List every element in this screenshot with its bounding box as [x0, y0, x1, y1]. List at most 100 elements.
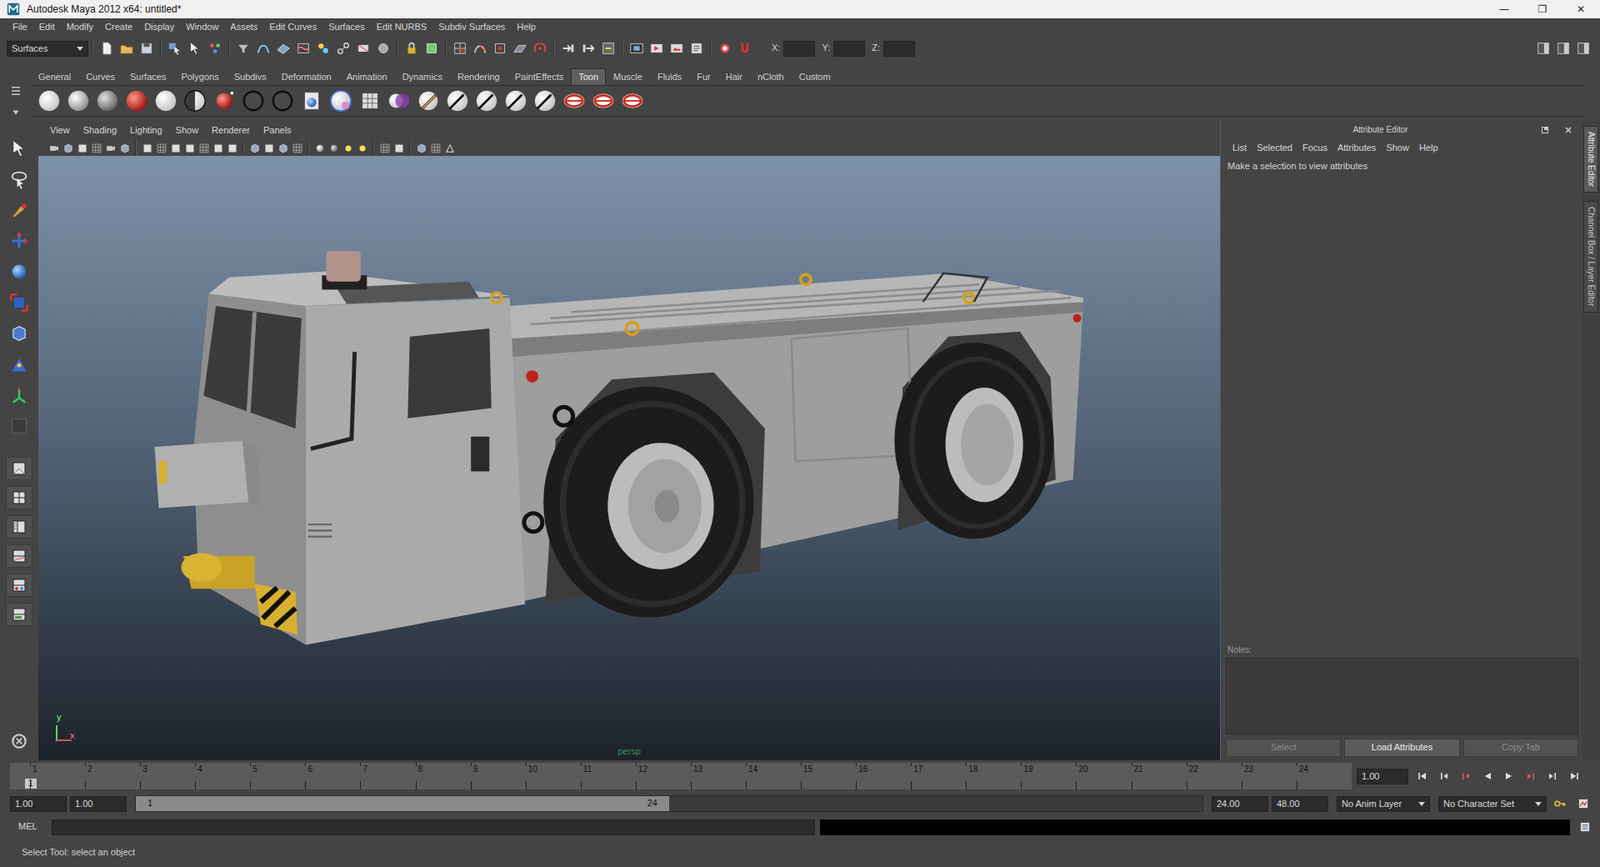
shelf-tab[interactable]: Curves — [78, 68, 123, 85]
highlight-selection-icon[interactable] — [421, 39, 442, 58]
menu-item[interactable]: Assets — [224, 21, 264, 33]
attribute-menu-item[interactable]: List — [1227, 142, 1252, 154]
range-bar[interactable]: 124 — [135, 795, 670, 811]
four-view-layout-icon[interactable] — [5, 485, 33, 510]
grid-icon[interactable] — [428, 141, 443, 155]
attribute-menu-item[interactable]: Help — [1414, 142, 1444, 154]
camera-icon[interactable] — [103, 141, 118, 155]
smooth-sphere-icon[interactable] — [326, 141, 341, 155]
menu-set-dropdown[interactable]: Surfaces — [6, 40, 89, 57]
menu-item[interactable]: Create — [99, 21, 139, 33]
menu-item[interactable]: Surfaces — [322, 21, 370, 33]
frame-icon[interactable] — [182, 141, 197, 155]
shelf-tab[interactable]: nCloth — [750, 68, 792, 85]
persp-trax-layout-icon[interactable] — [5, 602, 33, 626]
minimize-button[interactable]: — — [1485, 0, 1524, 19]
brush-sphere-icon[interactable] — [530, 86, 560, 115]
shelf-editor-icon[interactable] — [5, 103, 26, 122]
attribute-button[interactable]: Load Attributes — [1344, 738, 1460, 757]
shaded-sphere-icon[interactable] — [312, 141, 327, 155]
menu-item[interactable]: Edit — [33, 21, 61, 33]
lock-selection-icon[interactable] — [401, 39, 422, 58]
camera-icon[interactable] — [46, 141, 61, 155]
play-backwards-icon[interactable] — [1476, 766, 1499, 785]
pencil-sphere-icon[interactable] — [413, 86, 443, 115]
purple-spheres-icon[interactable] — [384, 86, 414, 115]
step-forward-key-icon[interactable] — [1520, 766, 1542, 785]
soft-modification-icon[interactable] — [5, 351, 33, 377]
attribute-editor-toggle-icon[interactable] — [1533, 39, 1554, 58]
object-icon[interactable] — [117, 141, 132, 155]
coordinate-field[interactable] — [833, 40, 865, 57]
frame-icon[interactable] — [168, 141, 183, 155]
select-tool-icon[interactable] — [5, 135, 33, 161]
character-set-dropdown[interactable]: No Character Set — [1438, 795, 1547, 812]
shelf-tabs-menu-icon[interactable] — [5, 81, 26, 100]
brush-sphere-icon[interactable] — [442, 86, 472, 115]
light-icon[interactable] — [340, 141, 355, 155]
animation-preferences-icon[interactable] — [1573, 794, 1594, 813]
white-sphere-icon[interactable] — [150, 86, 180, 115]
attribute-menu-item[interactable]: Selected — [1251, 142, 1298, 154]
go-to-start-icon[interactable] — [1411, 766, 1434, 785]
shelf-tab[interactable]: Toon — [570, 68, 606, 85]
save-scene-icon[interactable] — [136, 39, 157, 58]
lasso-tool-icon[interactable] — [5, 166, 33, 192]
half-shaded-sphere-icon[interactable] — [180, 86, 210, 115]
show-manipulator-icon[interactable] — [5, 382, 33, 408]
select-hierarchy-icon[interactable] — [165, 39, 185, 58]
grid-icon[interactable] — [154, 141, 169, 155]
input-ops-icon[interactable] — [558, 39, 579, 58]
frame-icon[interactable] — [225, 141, 240, 155]
snap-point-icon[interactable] — [490, 39, 510, 58]
animation-start-field[interactable]: 1.00 — [10, 795, 67, 812]
menu-item[interactable]: Help — [510, 21, 542, 33]
shelf-tab[interactable]: Deformation — [274, 68, 340, 85]
step-back-key-icon[interactable] — [1455, 766, 1477, 785]
shelf-tab[interactable]: Dynamics — [395, 68, 450, 85]
object-icon[interactable] — [414, 141, 429, 155]
restore-button[interactable]: ❐ — [1523, 0, 1562, 19]
lips-icon[interactable] — [588, 86, 618, 115]
ipr-render-icon[interactable] — [666, 39, 687, 58]
shelf-tab[interactable]: Animation — [339, 68, 395, 85]
panel-menu-item[interactable]: Panels — [256, 125, 299, 136]
render-view-icon[interactable] — [626, 39, 647, 58]
close-button[interactable]: ✕ — [1561, 0, 1600, 19]
menu-item[interactable]: Edit Curves — [263, 21, 323, 33]
scale-tool-icon[interactable] — [5, 290, 33, 315]
side-tab[interactable]: Attribute Editor — [1583, 125, 1599, 193]
persp-graph-layout-icon[interactable] — [5, 544, 33, 568]
construction-history-icon[interactable] — [598, 39, 619, 58]
snap-grid-icon[interactable] — [450, 39, 470, 58]
object-icon[interactable] — [60, 141, 75, 155]
grid-icon[interactable] — [377, 141, 392, 155]
grey-sphere-icon[interactable] — [92, 86, 122, 115]
shelf-tab[interactable]: Muscle — [605, 68, 650, 85]
snap-view-plane-icon[interactable] — [510, 39, 530, 58]
attribute-menu-item[interactable]: Attributes — [1332, 142, 1381, 154]
attribute-menu-item[interactable]: Show — [1380, 142, 1415, 154]
dynamics-mask-icon[interactable] — [313, 39, 334, 58]
output-ops-icon[interactable] — [578, 39, 599, 58]
notes-field[interactable] — [1225, 657, 1579, 735]
black-ring-icon[interactable] — [238, 86, 268, 115]
white-sphere-icon[interactable] — [34, 86, 64, 115]
lips-icon[interactable] — [617, 86, 647, 115]
shelf-tab[interactable]: Polygons — [173, 68, 226, 85]
range-track[interactable]: 124 — [135, 795, 1204, 812]
menu-item[interactable]: Edit NURBS — [370, 21, 434, 33]
frame-icon[interactable] — [140, 141, 155, 155]
render-frame-icon[interactable] — [646, 39, 667, 58]
grid-icon[interactable] — [89, 141, 104, 155]
render-mask-icon[interactable] — [353, 39, 374, 58]
panel-menu-item[interactable]: Shading — [76, 125, 124, 136]
coordinate-field[interactable] — [883, 40, 915, 57]
frame-icon[interactable] — [261, 141, 276, 155]
snap-curve-icon[interactable] — [470, 39, 490, 58]
deformer-mask-icon[interactable] — [293, 39, 314, 58]
command-language-toggle[interactable]: MEL — [18, 820, 47, 832]
selection-mask-icon[interactable] — [233, 39, 254, 58]
side-tab[interactable]: Channel Box / Layer Editor — [1583, 200, 1599, 313]
last-tool-icon[interactable] — [5, 413, 33, 439]
